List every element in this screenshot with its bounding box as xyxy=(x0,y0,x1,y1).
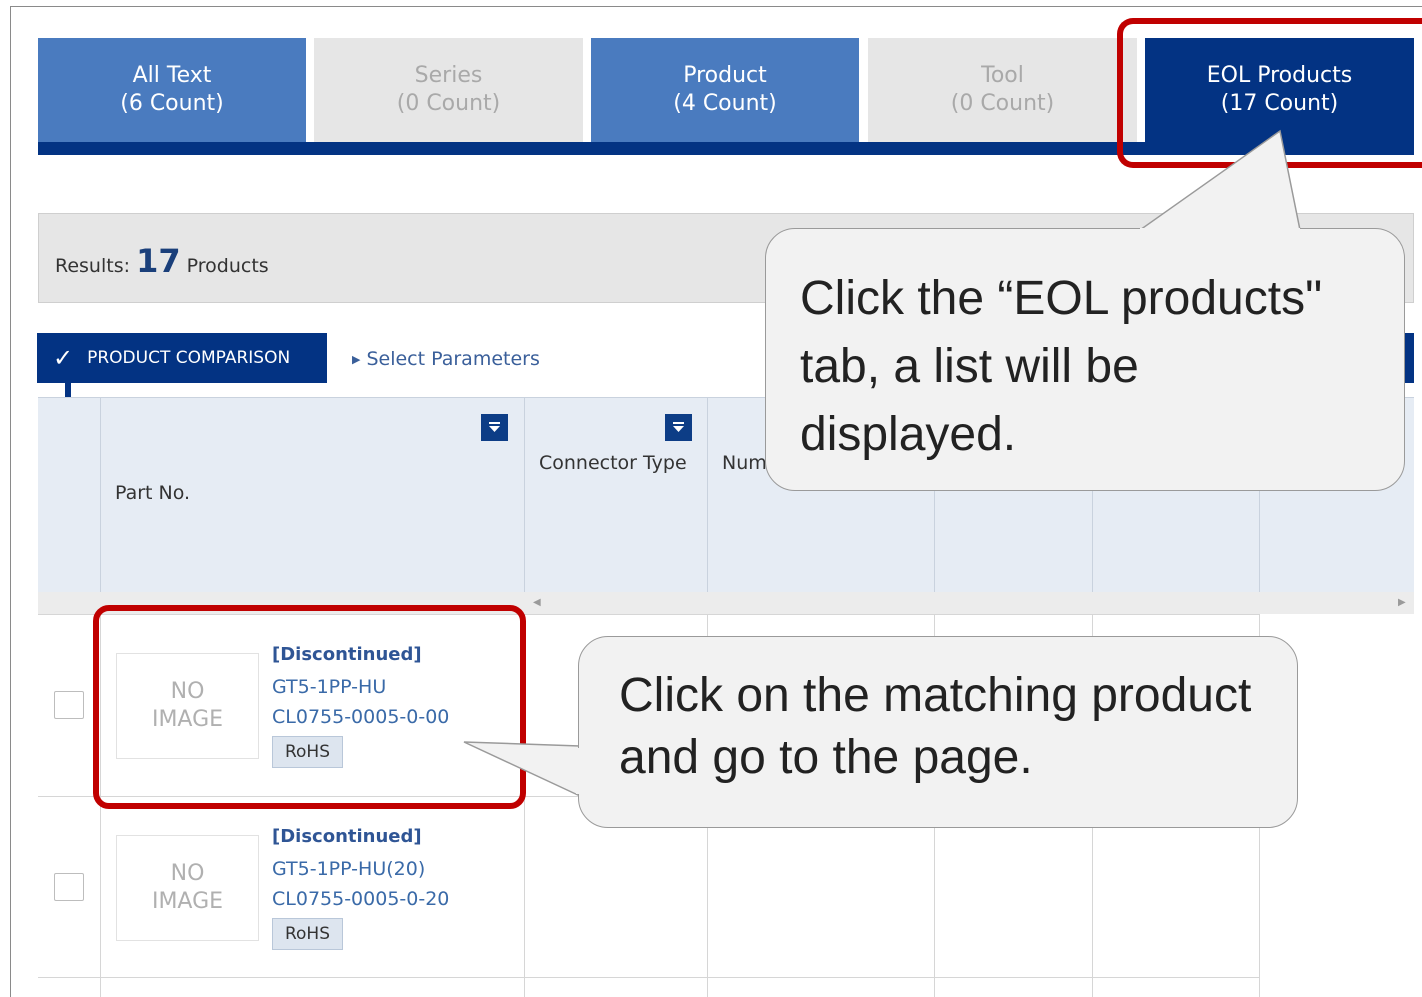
callout-text: Click on the matching product and go to … xyxy=(619,669,1252,784)
row-divider xyxy=(38,977,1260,978)
connector-type-header-label: Connector Type xyxy=(539,452,687,474)
select-parameters-label: Select Parameters xyxy=(366,348,540,370)
no-image-text: IMAGE xyxy=(151,889,224,914)
callout-pointer-join xyxy=(576,748,582,794)
scroll-left-icon[interactable]: ◀ xyxy=(533,597,541,608)
results-label: Results: 17 Products xyxy=(55,242,269,280)
scroll-right-icon[interactable]: ▶ xyxy=(1398,597,1406,608)
sort-icon[interactable] xyxy=(665,414,692,441)
tab-count: (0 Count) xyxy=(396,91,501,116)
no-image-text: NO xyxy=(170,861,205,886)
callout-product: Click on the matching product and go to … xyxy=(578,636,1298,828)
product-comparison-button[interactable]: ✓ PRODUCT COMPARISON xyxy=(37,333,327,383)
product-code-link[interactable]: CL0755-0005-0-20 xyxy=(272,888,449,910)
tab-count: (4 Count) xyxy=(673,91,777,116)
callout-text: Click the “EOL products" tab, a list wil… xyxy=(800,272,1323,461)
tab-label: Product xyxy=(683,63,767,88)
status-label: [Discontinued] xyxy=(272,826,422,847)
tab-product[interactable]: Product (4 Count) xyxy=(591,38,859,142)
callout-pointer xyxy=(463,741,581,798)
callout-pointer xyxy=(1137,129,1301,231)
header-connector-type: Connector Type xyxy=(525,398,708,593)
num-header-label: Num xyxy=(722,452,767,474)
tab-all-text[interactable]: All Text (6 Count) xyxy=(38,38,306,142)
tab-series[interactable]: Series (0 Count) xyxy=(314,38,583,142)
results-count: 17 xyxy=(136,242,181,280)
check-icon: ✓ xyxy=(53,344,74,372)
sort-icon[interactable] xyxy=(481,414,508,441)
no-image-placeholder: NO IMAGE xyxy=(116,835,259,941)
triangle-right-icon: ▶ xyxy=(352,353,361,366)
header-checkbox-column xyxy=(38,398,101,593)
tab-count: (6 Count) xyxy=(120,91,224,116)
callout-pointer-join xyxy=(1140,228,1300,232)
row-checkbox[interactable] xyxy=(54,691,84,719)
callout-eol-tab: Click the “EOL products" tab, a list wil… xyxy=(765,228,1405,491)
part-no-header-label: Part No. xyxy=(115,482,191,504)
header-part-no: Part No. xyxy=(101,398,525,593)
tab-tool[interactable]: Tool (0 Count) xyxy=(868,38,1137,142)
tab-count: (0 Count) xyxy=(950,91,1055,116)
product-comparison-label: PRODUCT COMPARISON xyxy=(87,348,291,368)
row-checkbox[interactable] xyxy=(54,873,84,901)
tab-label: Series xyxy=(414,63,483,88)
part-number-link[interactable]: GT5-1PP-HU(20) xyxy=(272,858,425,880)
results-suffix: Products xyxy=(186,255,269,277)
select-parameters-link[interactable]: ▶ Select Parameters xyxy=(352,348,540,370)
tab-label: Tool xyxy=(981,63,1024,88)
rohs-badge: RoHS xyxy=(272,918,343,950)
tab-label: All Text xyxy=(132,63,212,88)
results-prefix: Results: xyxy=(55,255,131,277)
